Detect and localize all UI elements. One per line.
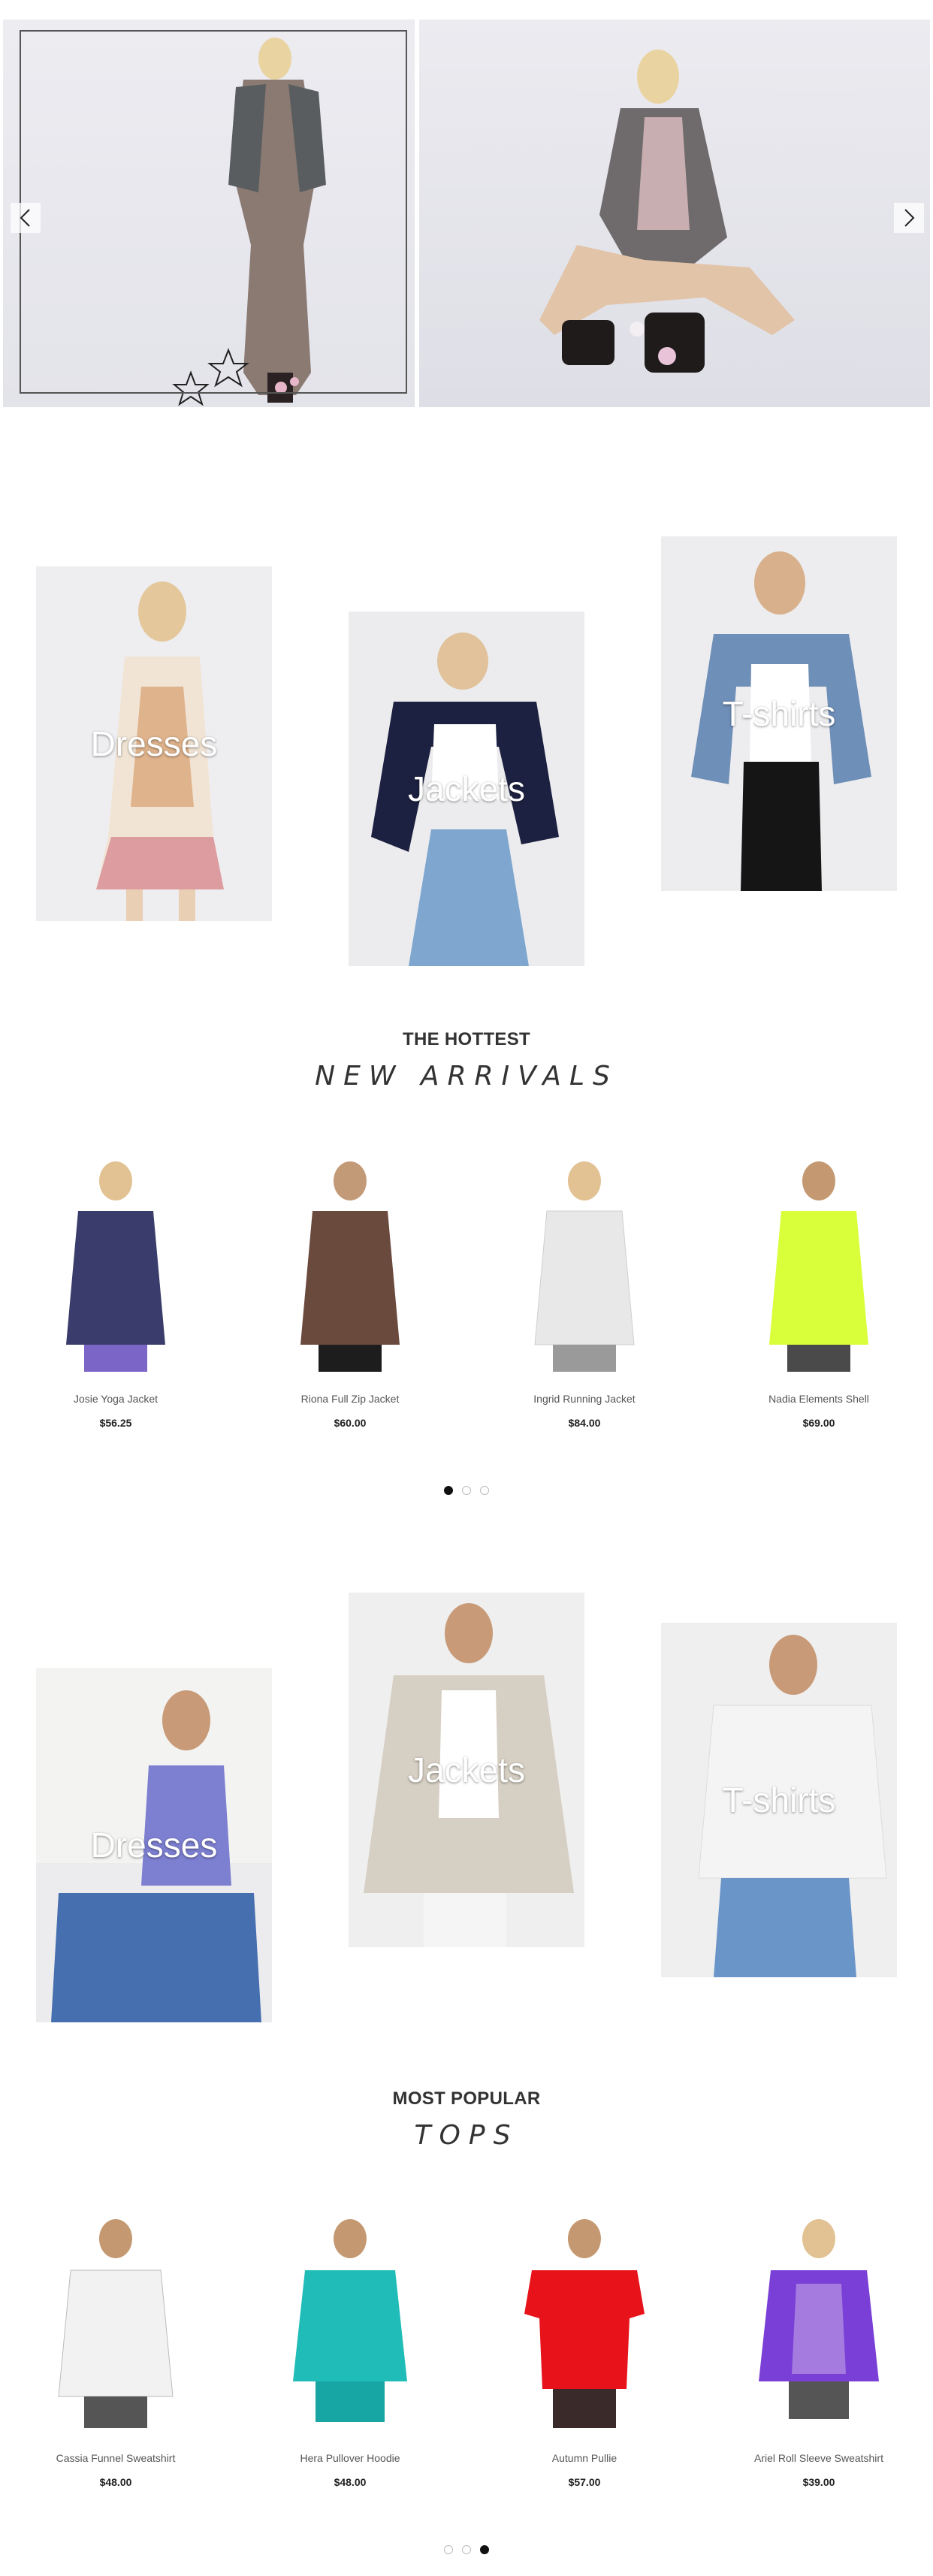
- category-label: Jackets: [408, 769, 525, 808]
- carousel-pagination: [0, 2545, 933, 2554]
- carousel-pagination: [0, 1486, 933, 1495]
- hero-slide-image: [419, 20, 930, 407]
- category-card-t-shirts[interactable]: T-shirts: [661, 1623, 897, 1977]
- product-name[interactable]: Cassia Funnel Sweatshirt: [26, 2452, 206, 2464]
- pagination-dot[interactable]: [462, 1486, 471, 1495]
- category-card-jackets[interactable]: Jackets: [349, 1593, 584, 1947]
- product-card[interactable]: Nadia Elements Shell $69.00: [729, 1157, 909, 1429]
- section-subtitle: THE HOTTEST: [403, 1029, 530, 1049]
- product-name[interactable]: Josie Yoga Jacket: [26, 1393, 206, 1405]
- pagination-dot[interactable]: [444, 2545, 453, 2554]
- product-name[interactable]: Autumn Pullie: [494, 2452, 675, 2464]
- chevron-left-icon: [20, 209, 30, 227]
- product-card[interactable]: Ariel Roll Sleeve Sweatshirt $39.00: [729, 2216, 909, 2488]
- product-price: $56.25: [99, 1417, 132, 1429]
- category-card-jackets[interactable]: Jackets: [349, 612, 584, 966]
- product-price: $48.00: [334, 2476, 367, 2488]
- product-card[interactable]: Riona Full Zip Jacket $60.00: [260, 1157, 440, 1429]
- decorative-frame: [20, 30, 407, 394]
- category-label: T-shirts: [722, 1780, 836, 1820]
- category-card-dresses[interactable]: Dresses: [36, 566, 272, 921]
- product-image[interactable]: [729, 2216, 909, 2442]
- product-price: $84.00: [568, 1417, 601, 1429]
- product-price: $69.00: [802, 1417, 835, 1429]
- product-card[interactable]: Hera Pullover Hoodie $48.00: [260, 2216, 440, 2488]
- product-name[interactable]: Ingrid Running Jacket: [494, 1393, 675, 1405]
- product-price: $60.00: [334, 1417, 367, 1429]
- product-card[interactable]: Autumn Pullie $57.00: [494, 2216, 675, 2488]
- product-card[interactable]: Ingrid Running Jacket $84.00: [494, 1157, 675, 1429]
- product-card[interactable]: Josie Yoga Jacket $56.25: [26, 1157, 206, 1429]
- chevron-right-icon: [904, 209, 915, 227]
- product-name[interactable]: Hera Pullover Hoodie: [260, 2452, 440, 2464]
- product-image[interactable]: [494, 2216, 675, 2442]
- product-image[interactable]: [260, 2216, 440, 2442]
- product-name[interactable]: Nadia Elements Shell: [729, 1393, 909, 1405]
- hero-slider[interactable]: [0, 20, 933, 407]
- section-subtitle: MOST POPULAR: [392, 2088, 541, 2109]
- category-label: Dresses: [90, 1826, 218, 1865]
- category-label: T-shirts: [722, 694, 836, 733]
- product-image[interactable]: [494, 1157, 675, 1382]
- pagination-dot[interactable]: [462, 2545, 471, 2554]
- product-image[interactable]: [729, 1157, 909, 1382]
- slider-prev-button[interactable]: [11, 203, 41, 233]
- model-photo: [539, 50, 795, 373]
- category-label: Jackets: [408, 1750, 525, 1789]
- category-card-t-shirts[interactable]: T-shirts: [661, 536, 897, 891]
- product-name[interactable]: Ariel Roll Sleeve Sweatshirt: [729, 2452, 909, 2464]
- category-label: Dresses: [90, 724, 218, 763]
- product-image[interactable]: [26, 1157, 206, 1382]
- slider-next-button[interactable]: [894, 203, 924, 233]
- product-image[interactable]: [260, 1157, 440, 1382]
- section-title: TOPS: [414, 2120, 519, 2151]
- product-price: $57.00: [568, 2476, 601, 2488]
- category-card-dresses[interactable]: Dresses: [36, 1668, 272, 2022]
- product-name[interactable]: Riona Full Zip Jacket: [260, 1393, 440, 1405]
- section-title: NEW ARRIVALS: [315, 1061, 618, 1092]
- product-price: $48.00: [99, 2476, 132, 2488]
- product-price: $39.00: [802, 2476, 835, 2488]
- hero-slide-image: [3, 20, 415, 407]
- pagination-dot[interactable]: [444, 1486, 453, 1495]
- product-image[interactable]: [26, 2216, 206, 2442]
- product-card[interactable]: Cassia Funnel Sweatshirt $48.00: [26, 2216, 206, 2488]
- pagination-dot[interactable]: [480, 1486, 489, 1495]
- pagination-dot[interactable]: [480, 2545, 489, 2554]
